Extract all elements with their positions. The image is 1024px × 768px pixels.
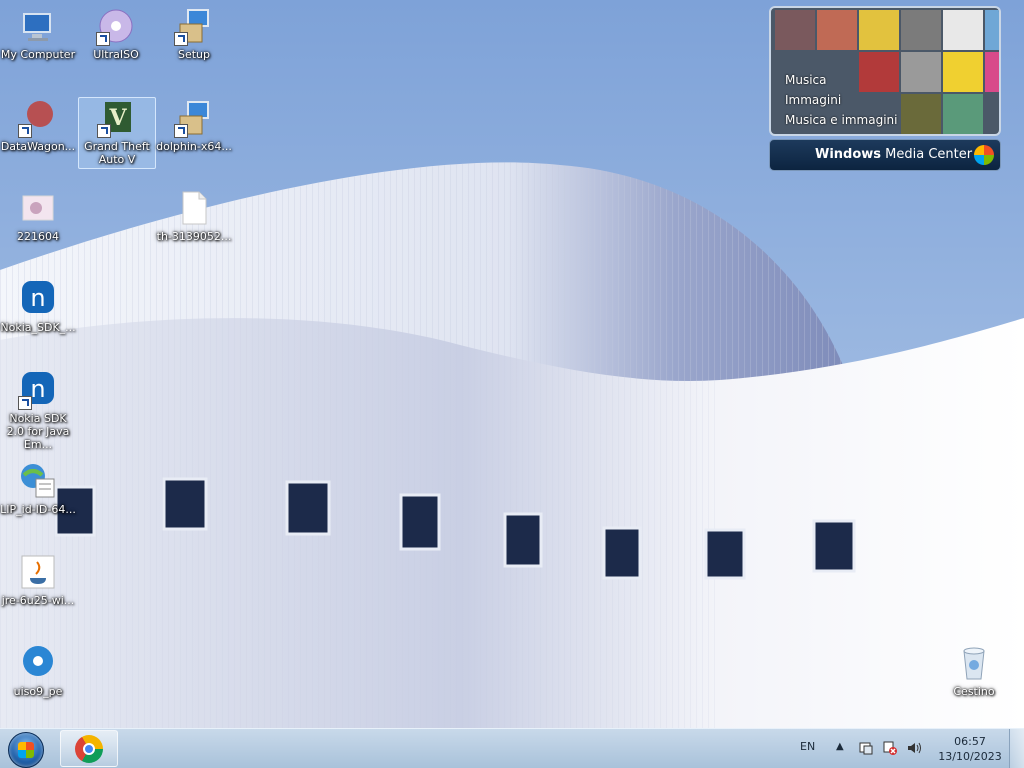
- media-tile: [943, 10, 983, 50]
- icon-label: LIP_id-ID-64...: [0, 503, 76, 516]
- image-221604-icon[interactable]: 221604: [0, 188, 76, 243]
- icon-label: Cestino: [953, 685, 995, 698]
- windows-logo-icon: [974, 145, 994, 165]
- media-tile: [943, 52, 983, 92]
- icon-label: jre-6u25-wi...: [1, 594, 75, 607]
- media-tile: [985, 52, 999, 92]
- installer-icon: [174, 6, 214, 46]
- media-center-title: Windows Media Center: [815, 147, 973, 162]
- icon-label: th-3139052...: [156, 230, 232, 243]
- media-tile: [775, 10, 815, 50]
- icon-label: 221604: [17, 230, 59, 243]
- media-center-launch-bar[interactable]: Windows Media Center: [769, 139, 1001, 171]
- trash-bin-icon: [954, 643, 994, 683]
- action-center-flag-icon[interactable]: [858, 740, 874, 756]
- icon-label: Nokia_SDK_...: [0, 321, 76, 334]
- network-error-icon[interactable]: [882, 740, 898, 756]
- jre-installer-icon[interactable]: jre-6u25-wi...: [0, 552, 76, 607]
- icon-label: Grand Theft Auto V: [84, 140, 150, 166]
- icon-label: My Computer: [0, 48, 76, 61]
- th-file-icon[interactable]: th-3139052...: [156, 188, 232, 243]
- start-button[interactable]: [6, 731, 46, 768]
- shortcut-arrow-icon: [96, 32, 110, 46]
- lip-installer-icon[interactable]: LIP_id-ID-64...: [0, 461, 76, 516]
- media-center-menu: Musica Immagini Musica e immagini: [785, 70, 897, 130]
- clock-time: 06:57: [954, 735, 986, 748]
- show-desktop-button[interactable]: [1009, 729, 1024, 768]
- globe-document-icon: [18, 461, 58, 501]
- nokia-n-icon: n: [18, 370, 58, 410]
- clock-date: 13/10/2023: [938, 750, 1002, 763]
- installer-icon: [174, 98, 214, 138]
- nokia-sdk-java-icon[interactable]: n Nokia SDK 2.0 for Java Em...: [0, 370, 76, 451]
- volume-icon[interactable]: [906, 740, 922, 756]
- icon-label: Nokia SDK 2.0 for Java Em...: [6, 412, 70, 451]
- icon-label: dolphin-x64...: [156, 140, 232, 153]
- media-tile: [901, 52, 941, 92]
- image-file-icon: [18, 188, 58, 228]
- media-tile: [901, 94, 941, 134]
- svg-text:n: n: [30, 284, 45, 312]
- icon-label: Setup: [177, 48, 211, 61]
- uiso9-pe-icon[interactable]: uiso9_pe: [0, 643, 76, 698]
- disc-icon: [96, 6, 136, 46]
- svg-text:V: V: [108, 105, 127, 131]
- media-tile: [943, 94, 983, 134]
- nokia-sdk-folder-icon[interactable]: n Nokia_SDK_...: [0, 279, 76, 334]
- setup-icon[interactable]: Setup: [156, 6, 232, 61]
- menu-item-immagini[interactable]: Immagini: [785, 90, 897, 110]
- blank-file-icon: [174, 188, 214, 228]
- clock[interactable]: 06:57 13/10/2023: [932, 734, 1008, 764]
- shortcut-arrow-icon: [97, 124, 111, 138]
- gta-v-app-icon: V: [97, 98, 137, 138]
- svg-text:n: n: [30, 375, 45, 403]
- shortcut-arrow-icon: [18, 396, 32, 410]
- media-center-tiles[interactable]: Musica Immagini Musica e immagini: [769, 6, 1001, 136]
- windows-orb-icon: [8, 732, 44, 768]
- shortcut-arrow-icon: [18, 124, 32, 138]
- media-tile: [817, 10, 857, 50]
- computer-icon: [18, 6, 58, 46]
- menu-item-musica-e-immagini[interactable]: Musica e immagini: [785, 110, 897, 130]
- menu-item-musica[interactable]: Musica: [785, 70, 897, 90]
- icon-label: UltraISO: [93, 48, 139, 61]
- show-hidden-icons-button[interactable]: ▲: [836, 741, 844, 752]
- datawagon-icon[interactable]: DataWagon...: [0, 98, 76, 153]
- shortcut-arrow-icon: [174, 124, 188, 138]
- disc-globe-icon: [18, 643, 58, 683]
- nokia-n-icon: n: [18, 279, 58, 319]
- chrome-icon: [75, 735, 103, 763]
- dolphin-icon[interactable]: dolphin-x64...: [156, 98, 232, 153]
- shortcut-arrow-icon: [174, 32, 188, 46]
- taskbar: EN ▲ 06:57 13/10/2023: [0, 728, 1024, 768]
- icon-label: uiso9_pe: [13, 685, 63, 698]
- media-tile: [985, 10, 999, 50]
- media-center-gadget[interactable]: Musica Immagini Musica e immagini Window…: [769, 6, 1001, 172]
- language-indicator[interactable]: EN: [800, 740, 815, 753]
- icon-label: DataWagon...: [0, 140, 76, 153]
- my-computer-icon[interactable]: My Computer: [0, 6, 76, 61]
- ultraiso-icon[interactable]: UltraISO: [78, 6, 154, 61]
- chrome-taskbar-button[interactable]: [60, 730, 118, 767]
- media-tile: [901, 10, 941, 50]
- gta-v-icon[interactable]: V Grand Theft Auto V: [78, 97, 156, 169]
- java-icon: [18, 552, 58, 592]
- media-tile: [859, 10, 899, 50]
- datawagon-app-icon: [18, 98, 58, 138]
- recycle-bin-icon[interactable]: Cestino: [936, 643, 1012, 698]
